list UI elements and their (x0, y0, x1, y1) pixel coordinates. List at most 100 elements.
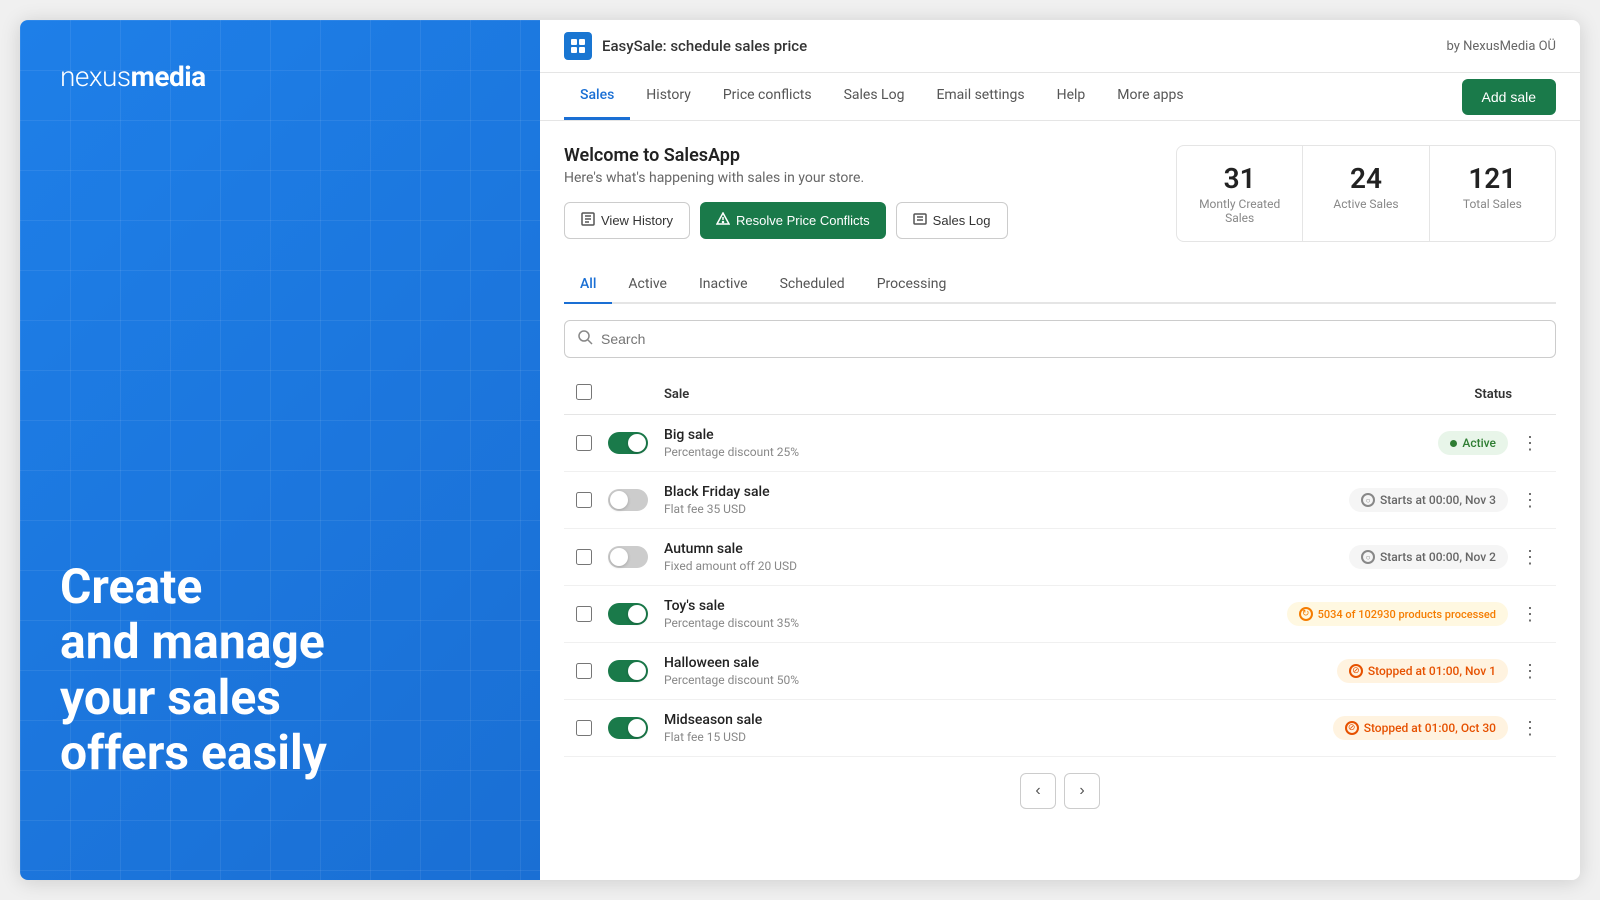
status-text: Starts at 00:00, Nov 2 (1380, 550, 1496, 564)
toggle-thumb (628, 719, 646, 737)
toggle-thumb (628, 662, 646, 680)
conflicts-icon (716, 212, 730, 229)
row-info: Black Friday sale Flat fee 35 USD (664, 484, 1349, 516)
status-badge: ↻5034 of 102930 products processed (1287, 602, 1508, 626)
filter-tab-inactive[interactable]: Inactive (683, 266, 764, 304)
row-status: ⊘Stopped at 01:00, Oct 30 (1333, 716, 1508, 740)
row-checkbox[interactable] (576, 549, 608, 565)
row-info: Toy's sale Percentage discount 35% (664, 598, 1287, 630)
row-status: ⊘Stopped at 01:00, Nov 1 (1337, 659, 1508, 683)
toggle-thumb (610, 548, 628, 566)
add-sale-button[interactable]: Add sale (1462, 79, 1556, 115)
tab-email-settings[interactable]: Email settings (920, 73, 1040, 120)
row-sale-desc: Percentage discount 50% (664, 673, 1337, 687)
status-dot: ○ (1361, 493, 1375, 507)
row-toggle[interactable] (608, 660, 664, 682)
row-status: Active (1438, 431, 1508, 455)
row-checkbox[interactable] (576, 435, 608, 451)
row-menu-button[interactable]: ⋮ (1516, 657, 1544, 685)
resolve-conflicts-button[interactable]: Resolve Price Conflicts (700, 202, 886, 239)
table-row: Halloween sale Percentage discount 50% ⊘… (564, 643, 1556, 700)
filter-tab-active[interactable]: Active (612, 266, 683, 304)
row-menu-button[interactable]: ⋮ (1516, 543, 1544, 571)
view-history-label: View History (601, 213, 673, 228)
col-status-header: Status (1474, 387, 1512, 402)
status-dot: ○ (1361, 550, 1375, 564)
toggle-switch-4[interactable] (608, 660, 648, 682)
toggle-thumb (610, 491, 628, 509)
table-row: Black Friday sale Flat fee 35 USD ○ Start… (564, 472, 1556, 529)
prev-page-button[interactable]: ‹ (1020, 773, 1056, 809)
tab-sales-log[interactable]: Sales Log (828, 73, 921, 120)
filter-tab-processing[interactable]: Processing (861, 266, 963, 304)
row-menu-button[interactable]: ⋮ (1516, 714, 1544, 742)
row-menu-button[interactable]: ⋮ (1516, 429, 1544, 457)
tab-sales[interactable]: Sales (564, 73, 630, 120)
toggle-switch-3[interactable] (608, 603, 648, 625)
row-sale-name: Halloween sale (664, 655, 1337, 671)
row-toggle[interactable] (608, 489, 664, 511)
row-checkbox[interactable] (576, 606, 608, 622)
toggle-switch-5[interactable] (608, 717, 648, 739)
status-text: 5034 of 102930 products processed (1318, 608, 1496, 621)
view-history-button[interactable]: View History (564, 202, 690, 239)
table-row: Midseason sale Flat fee 15 USD ⊘Stopped … (564, 700, 1556, 757)
stat-monthly-label: Montly Created Sales (1197, 197, 1282, 225)
status-badge: Active (1438, 431, 1508, 455)
search-input[interactable] (601, 331, 1543, 347)
row-menu-button[interactable]: ⋮ (1516, 486, 1544, 514)
row-sale-name: Toy's sale (664, 598, 1287, 614)
tab-more-apps[interactable]: More apps (1101, 73, 1199, 120)
logo-area: nexusmedia (60, 60, 500, 93)
row-toggle[interactable] (608, 432, 664, 454)
app-icon (564, 32, 592, 60)
row-info: Big sale Percentage discount 25% (664, 427, 1438, 459)
row-toggle[interactable] (608, 546, 664, 568)
tab-help[interactable]: Help (1041, 73, 1102, 120)
logo-text: nexusmedia (60, 60, 500, 93)
stat-active-label: Active Sales (1323, 197, 1408, 211)
toggle-thumb (628, 434, 646, 452)
sales-log-button[interactable]: Sales Log (896, 202, 1008, 239)
row-checkbox[interactable] (576, 492, 608, 508)
table-row: Big sale Percentage discount 25% Active … (564, 415, 1556, 472)
status-badge: ⊘Stopped at 01:00, Oct 30 (1333, 716, 1508, 740)
app-title: EasySale: schedule sales price (602, 37, 807, 55)
row-info: Halloween sale Percentage discount 50% (664, 655, 1337, 687)
nav-tabs: Sales History Price conflicts Sales Log … (564, 73, 1200, 120)
row-sale-desc: Flat fee 15 USD (664, 730, 1333, 744)
row-checkbox[interactable] (576, 720, 608, 736)
toggle-thumb (628, 605, 646, 623)
row-sale-name: Black Friday sale (664, 484, 1349, 500)
stat-monthly-number: 31 (1197, 162, 1282, 195)
row-status: ○ Starts at 00:00, Nov 2 (1349, 545, 1508, 569)
header-checkbox[interactable] (576, 384, 608, 404)
toggle-switch-1[interactable] (608, 489, 648, 511)
stat-total-number: 121 (1450, 162, 1535, 195)
row-menu-button[interactable]: ⋮ (1516, 600, 1544, 628)
toggle-switch-2[interactable] (608, 546, 648, 568)
sales-log-label: Sales Log (933, 213, 991, 228)
row-toggle[interactable] (608, 603, 664, 625)
sales-log-icon (913, 212, 927, 229)
toggle-switch-0[interactable] (608, 432, 648, 454)
status-text: Starts at 00:00, Nov 3 (1380, 493, 1496, 507)
stat-active: 24 Active Sales (1303, 146, 1429, 241)
welcome-subtitle: Here's what's happening with sales in yo… (564, 170, 1008, 186)
main-content: Welcome to SalesApp Here's what's happen… (540, 121, 1580, 880)
tab-history[interactable]: History (630, 73, 707, 120)
status-text: Stopped at 01:00, Oct 30 (1364, 721, 1496, 735)
filter-tab-all[interactable]: All (564, 266, 612, 304)
tab-price-conflicts[interactable]: Price conflicts (707, 73, 828, 120)
pagination: ‹ › (564, 757, 1556, 813)
search-icon (577, 329, 593, 349)
filter-tab-scheduled[interactable]: Scheduled (764, 266, 861, 304)
hero-text: Createand manageyour salesoffers easily (60, 559, 500, 780)
next-page-button[interactable]: › (1064, 773, 1100, 809)
row-toggle[interactable] (608, 717, 664, 739)
row-checkbox[interactable] (576, 663, 608, 679)
status-badge: ○ Starts at 00:00, Nov 3 (1349, 488, 1508, 512)
app-container: nexusmedia Createand manageyour salesoff… (20, 20, 1580, 880)
row-sale-name: Midseason sale (664, 712, 1333, 728)
stats-row: 31 Montly Created Sales 24 Active Sales … (1176, 145, 1556, 242)
